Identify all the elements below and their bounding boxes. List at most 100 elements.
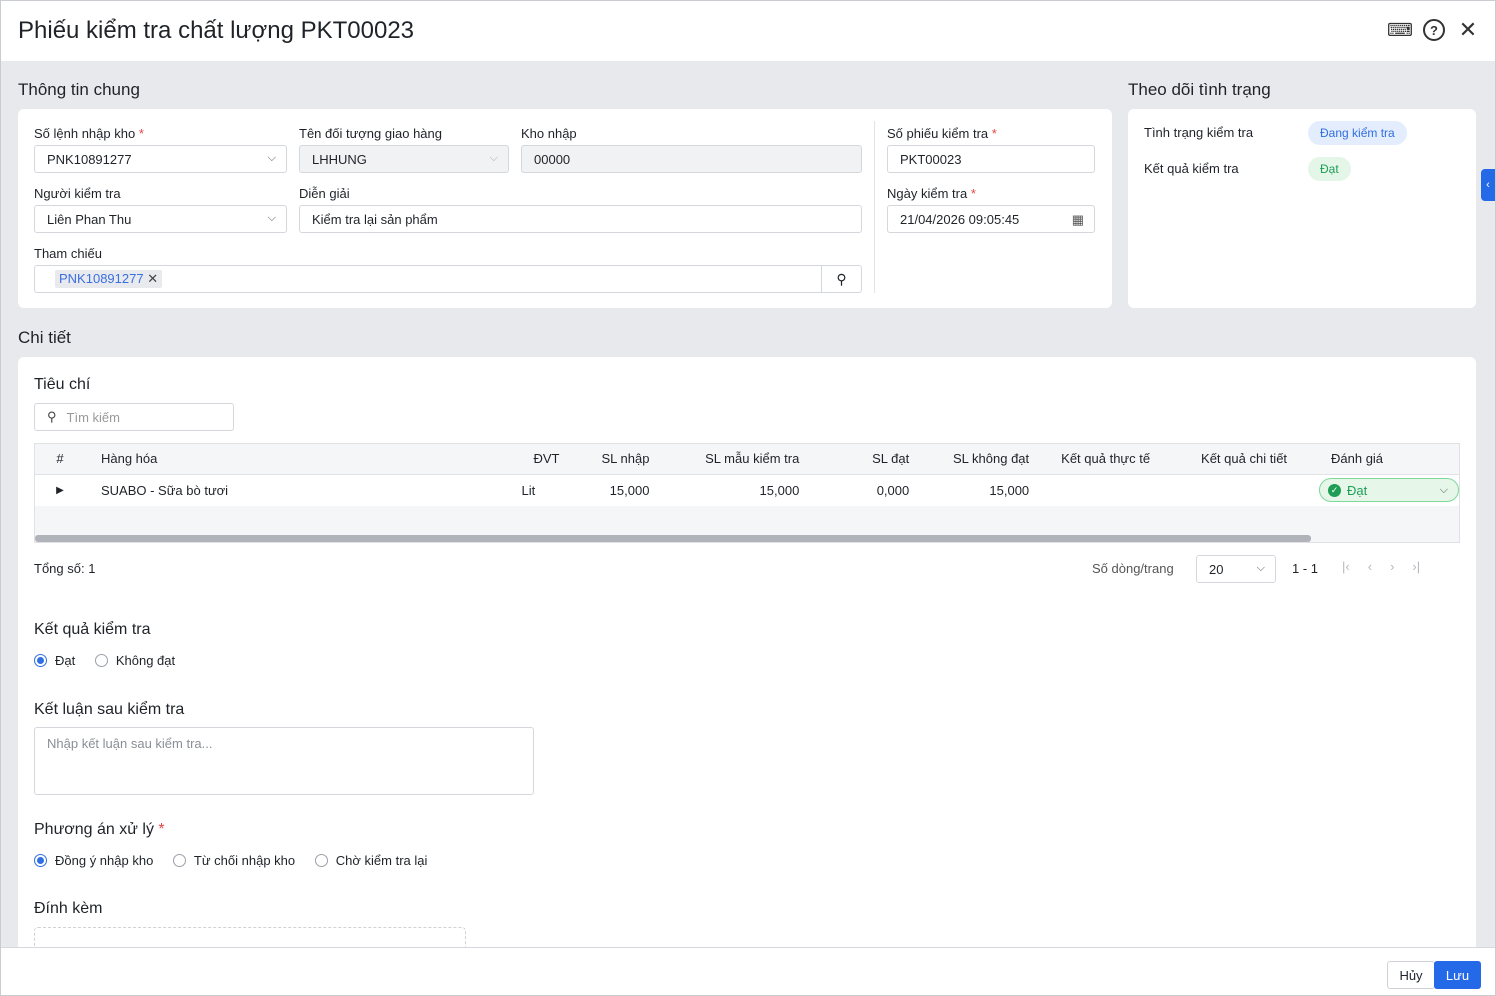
cell-kq-thuc-te xyxy=(1045,474,1185,506)
radio-icon xyxy=(172,854,186,867)
tham-chieu-input[interactable]: PNK10891277 ✕ ⚲ xyxy=(34,265,862,293)
radio-dong-y[interactable]: Đồng ý nhập kho xyxy=(34,853,153,868)
radio-icon xyxy=(94,654,108,667)
conclusion-textarea[interactable]: Nhập kết luận sau kiểm tra... xyxy=(34,727,534,795)
doi-tuong-select: LHHUNG ⌵ xyxy=(299,145,509,173)
kho-label: Kho nhập xyxy=(521,126,577,141)
last-page-icon[interactable]: ›| xyxy=(1412,559,1420,574)
action-radio-group: Đồng ý nhập kho Từ chối nhập kho Chờ kiể… xyxy=(34,853,443,870)
ket-qua-label: Kết quả kiểm tra xyxy=(1144,161,1239,176)
kho-input: 00000 xyxy=(521,145,862,173)
table-row[interactable]: ▶ SUABO - Sữa bò tươi Lit 15,000 15,000 … xyxy=(35,474,1459,506)
dialog-body: Thông tin chung Theo dõi tình trạng Số l… xyxy=(1,61,1495,947)
radio-label: Chờ kiểm tra lại xyxy=(335,853,428,868)
pagination: |‹ ‹ › ›| xyxy=(1342,559,1420,574)
kho-value: 00000 xyxy=(534,151,571,167)
column-header: SL không đạt xyxy=(925,444,1046,475)
ngay-input[interactable]: 21/04/2026 09:05:45 ▦ xyxy=(887,205,1095,233)
chevron-down-icon: ⌵ xyxy=(267,212,276,224)
danh-gia-value: Đạt xyxy=(1347,482,1368,498)
dialog-footer: Hủy Lưu xyxy=(1,947,1495,995)
so-phieu-input[interactable]: PKT00023 xyxy=(887,145,1095,173)
radio-cho-kiem-tra[interactable]: Chờ kiểm tra lại xyxy=(314,853,428,868)
column-header: Hàng hóa xyxy=(84,444,506,475)
ngay-value: 21/04/2026 09:05:45 xyxy=(900,211,1020,227)
nguoi-value: Liên Phan Thu xyxy=(47,211,132,227)
calendar-icon[interactable]: ▦ xyxy=(1072,212,1084,228)
tham-chieu-label: Tham chiếu xyxy=(34,246,102,261)
search-icon[interactable]: ⚲ xyxy=(821,266,861,292)
nguoi-label: Người kiểm tra xyxy=(34,186,121,201)
tinh-trang-label: Tình trạng kiểm tra xyxy=(1144,125,1254,140)
result-radio-group: Đạt Không đạt xyxy=(34,653,191,670)
tag-text: PNK10891277 xyxy=(59,271,144,286)
radio-icon xyxy=(34,654,47,667)
collapse-panel-button[interactable]: ‹ xyxy=(1481,169,1495,201)
help-icon[interactable]: ? xyxy=(1423,19,1445,41)
first-page-icon[interactable]: |‹ xyxy=(1342,559,1350,574)
column-header: Kết quả chi tiết xyxy=(1185,444,1315,475)
chevron-down-icon: ⌵ xyxy=(1439,483,1448,496)
dialog-window: Phiếu kiểm tra chất lượng PKT00023 ⌨ ? ✕… xyxy=(0,0,1496,996)
cancel-button[interactable]: Hủy xyxy=(1387,961,1435,989)
next-page-icon[interactable]: › xyxy=(1390,559,1394,574)
chevron-down-icon: ⌵ xyxy=(267,152,276,164)
required-mark: * xyxy=(991,126,997,141)
section-title-detail: Chi tiết xyxy=(18,328,71,347)
keyboard-icon[interactable]: ⌨ xyxy=(1387,19,1413,41)
chevron-down-icon: ⌵ xyxy=(1256,562,1265,574)
nguoi-select[interactable]: Liên Phan Thu ⌵ xyxy=(34,205,287,233)
prev-page-icon[interactable]: ‹ xyxy=(1368,559,1372,574)
cell-sl-nhap: 15,000 xyxy=(609,482,650,498)
total-count: Tổng số: 1 xyxy=(34,561,95,576)
radio-khong-dat[interactable]: Không đạt xyxy=(94,653,175,668)
column-header: Đánh giá xyxy=(1315,444,1459,475)
divider xyxy=(874,121,875,293)
attach-dropzone[interactable] xyxy=(34,927,466,947)
criteria-table: # Hàng hóa ĐVT SL nhập SL mẫu kiểm tra S… xyxy=(34,443,1460,543)
so-lenh-label: Số lệnh nhập kho xyxy=(34,126,136,141)
dialog-header: Phiếu kiểm tra chất lượng PKT00023 ⌨ ? ✕ xyxy=(1,1,1495,61)
column-header: ĐVT xyxy=(505,444,576,475)
criteria-search-input[interactable]: ⚲ Tìm kiếm xyxy=(34,403,234,431)
column-header: # xyxy=(35,444,85,475)
cell-hang-hoa: SUABO - Sữa bò tươi xyxy=(100,482,229,498)
danh-gia-select[interactable]: ✓ Đạt ⌵ xyxy=(1319,478,1459,503)
criteria-title: Tiêu chí xyxy=(34,376,91,393)
check-circle-icon: ✓ xyxy=(1328,483,1341,497)
required-mark: * xyxy=(970,186,976,201)
rows-per-page-select[interactable]: 20 ⌵ xyxy=(1196,555,1276,583)
section-title-status: Theo dõi tình trạng xyxy=(1128,80,1271,99)
result-title: Kết quả kiểm tra xyxy=(34,621,151,638)
page-range: 1 - 1 xyxy=(1292,561,1319,576)
dialog-title: Phiếu kiểm tra chất lượng PKT00023 xyxy=(18,17,415,44)
action-title: Phương án xử lý xyxy=(34,821,154,838)
horizontal-scrollbar[interactable] xyxy=(35,535,1311,542)
radio-label: Đạt xyxy=(55,653,76,668)
radio-label: Đồng ý nhập kho xyxy=(55,853,154,868)
radio-dat[interactable]: Đạt xyxy=(34,653,75,668)
cell-sl-khong-dat: 15,000 xyxy=(989,482,1030,498)
attach-title: Đính kèm xyxy=(34,900,103,917)
total-value: 1 xyxy=(88,561,96,576)
so-lenh-value: PNK10891277 xyxy=(47,151,132,167)
column-header: Kết quả thực tế xyxy=(1045,444,1186,475)
radio-icon xyxy=(34,854,47,867)
required-mark: * xyxy=(138,126,144,141)
radio-tu-choi[interactable]: Từ chối nhập kho xyxy=(172,853,295,868)
expand-row-icon[interactable]: ▶ xyxy=(35,474,85,506)
total-label: Tổng số: xyxy=(34,561,85,576)
ngay-label: Ngày kiểm tra xyxy=(887,186,968,201)
dien-giai-input[interactable]: Kiểm tra lại sản phẩm xyxy=(299,205,862,233)
chevron-down-icon: ⌵ xyxy=(489,152,498,164)
remove-tag-icon[interactable]: ✕ xyxy=(147,271,158,286)
radio-icon xyxy=(314,854,328,867)
doi-tuong-value: LHHUNG xyxy=(312,151,367,167)
rows-per-page-value: 20 xyxy=(1209,561,1224,577)
tham-chieu-tag: PNK10891277 ✕ xyxy=(55,270,163,288)
detail-card: Tiêu chí ⚲ Tìm kiếm # Hàng hóa ĐVT SL nhậ… xyxy=(18,357,1476,947)
so-lenh-select[interactable]: PNK10891277 ⌵ xyxy=(34,145,287,173)
conclusion-title: Kết luận sau kiểm tra xyxy=(34,701,185,718)
save-button[interactable]: Lưu xyxy=(1434,961,1481,989)
close-icon[interactable]: ✕ xyxy=(1457,17,1479,42)
